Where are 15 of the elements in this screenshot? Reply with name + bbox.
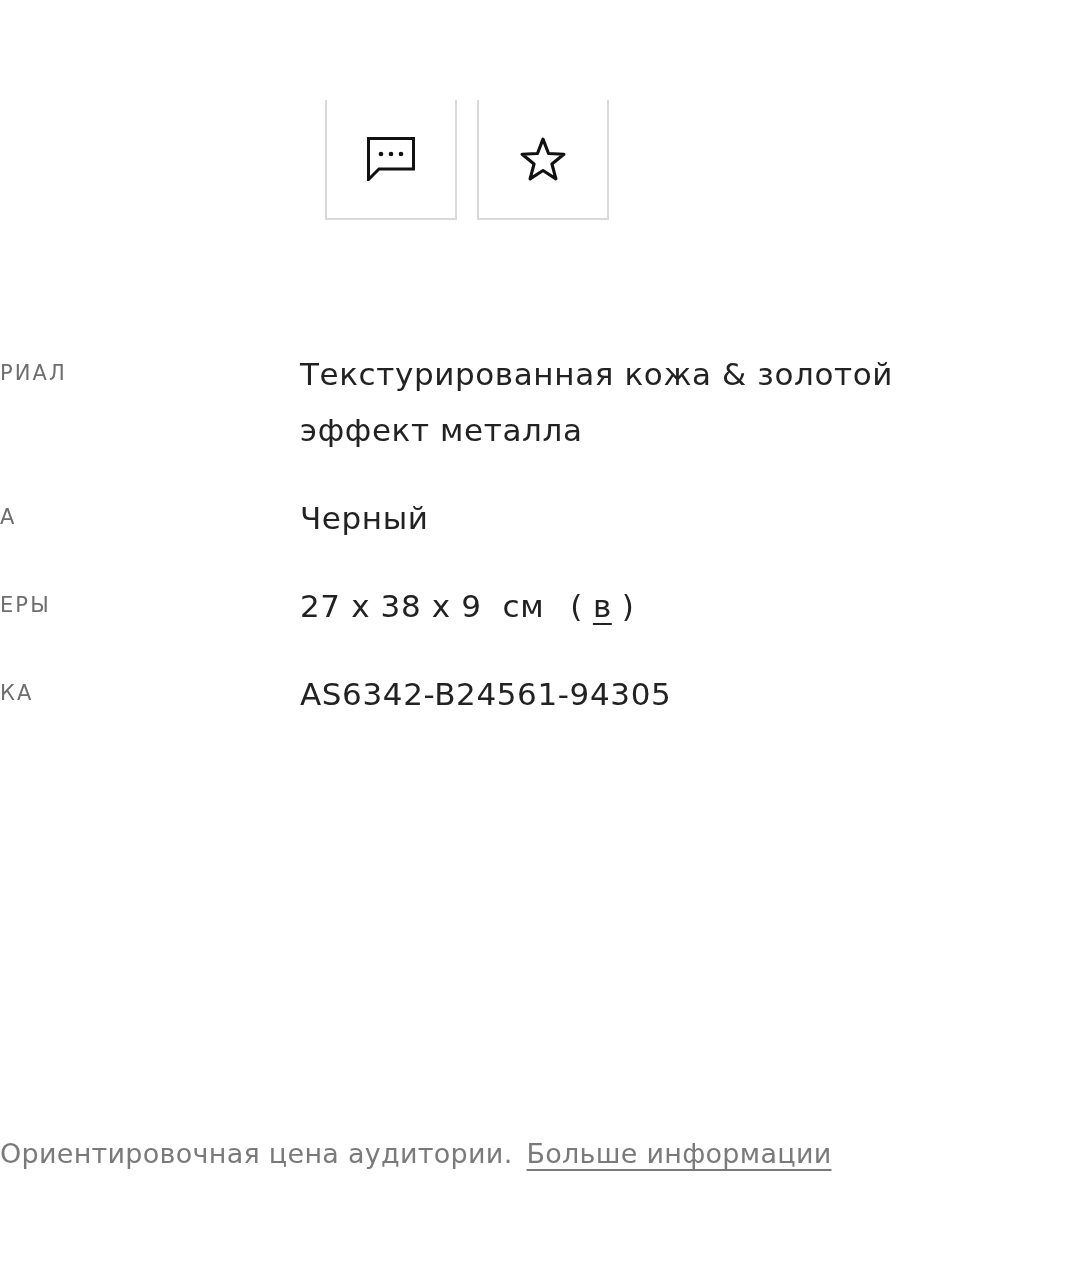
favorite-button[interactable] — [477, 100, 609, 220]
detail-label: РИАЛ — [0, 360, 67, 388]
detail-value: Черный — [300, 499, 429, 538]
size-unit-link[interactable]: в — [592, 588, 612, 624]
detail-value: 27 x 38 x 9 см ( в ) — [300, 587, 635, 626]
more-info-link[interactable]: Больше информации — [526, 1138, 832, 1169]
detail-value: Текстурированная кожа & золотой эффект металла — [300, 355, 895, 450]
detail-label: А — [0, 504, 17, 532]
chat-bubble-icon — [367, 137, 415, 181]
price-note: Ориентировочная цена аудитории. Больше информации — [0, 1137, 832, 1171]
detail-label: КА — [0, 680, 34, 708]
star-icon — [520, 137, 566, 181]
detail-value: AS6342-B24561-94305 — [300, 675, 672, 714]
detail-label: ЕРЫ — [0, 592, 51, 620]
comment-button[interactable] — [325, 100, 457, 220]
